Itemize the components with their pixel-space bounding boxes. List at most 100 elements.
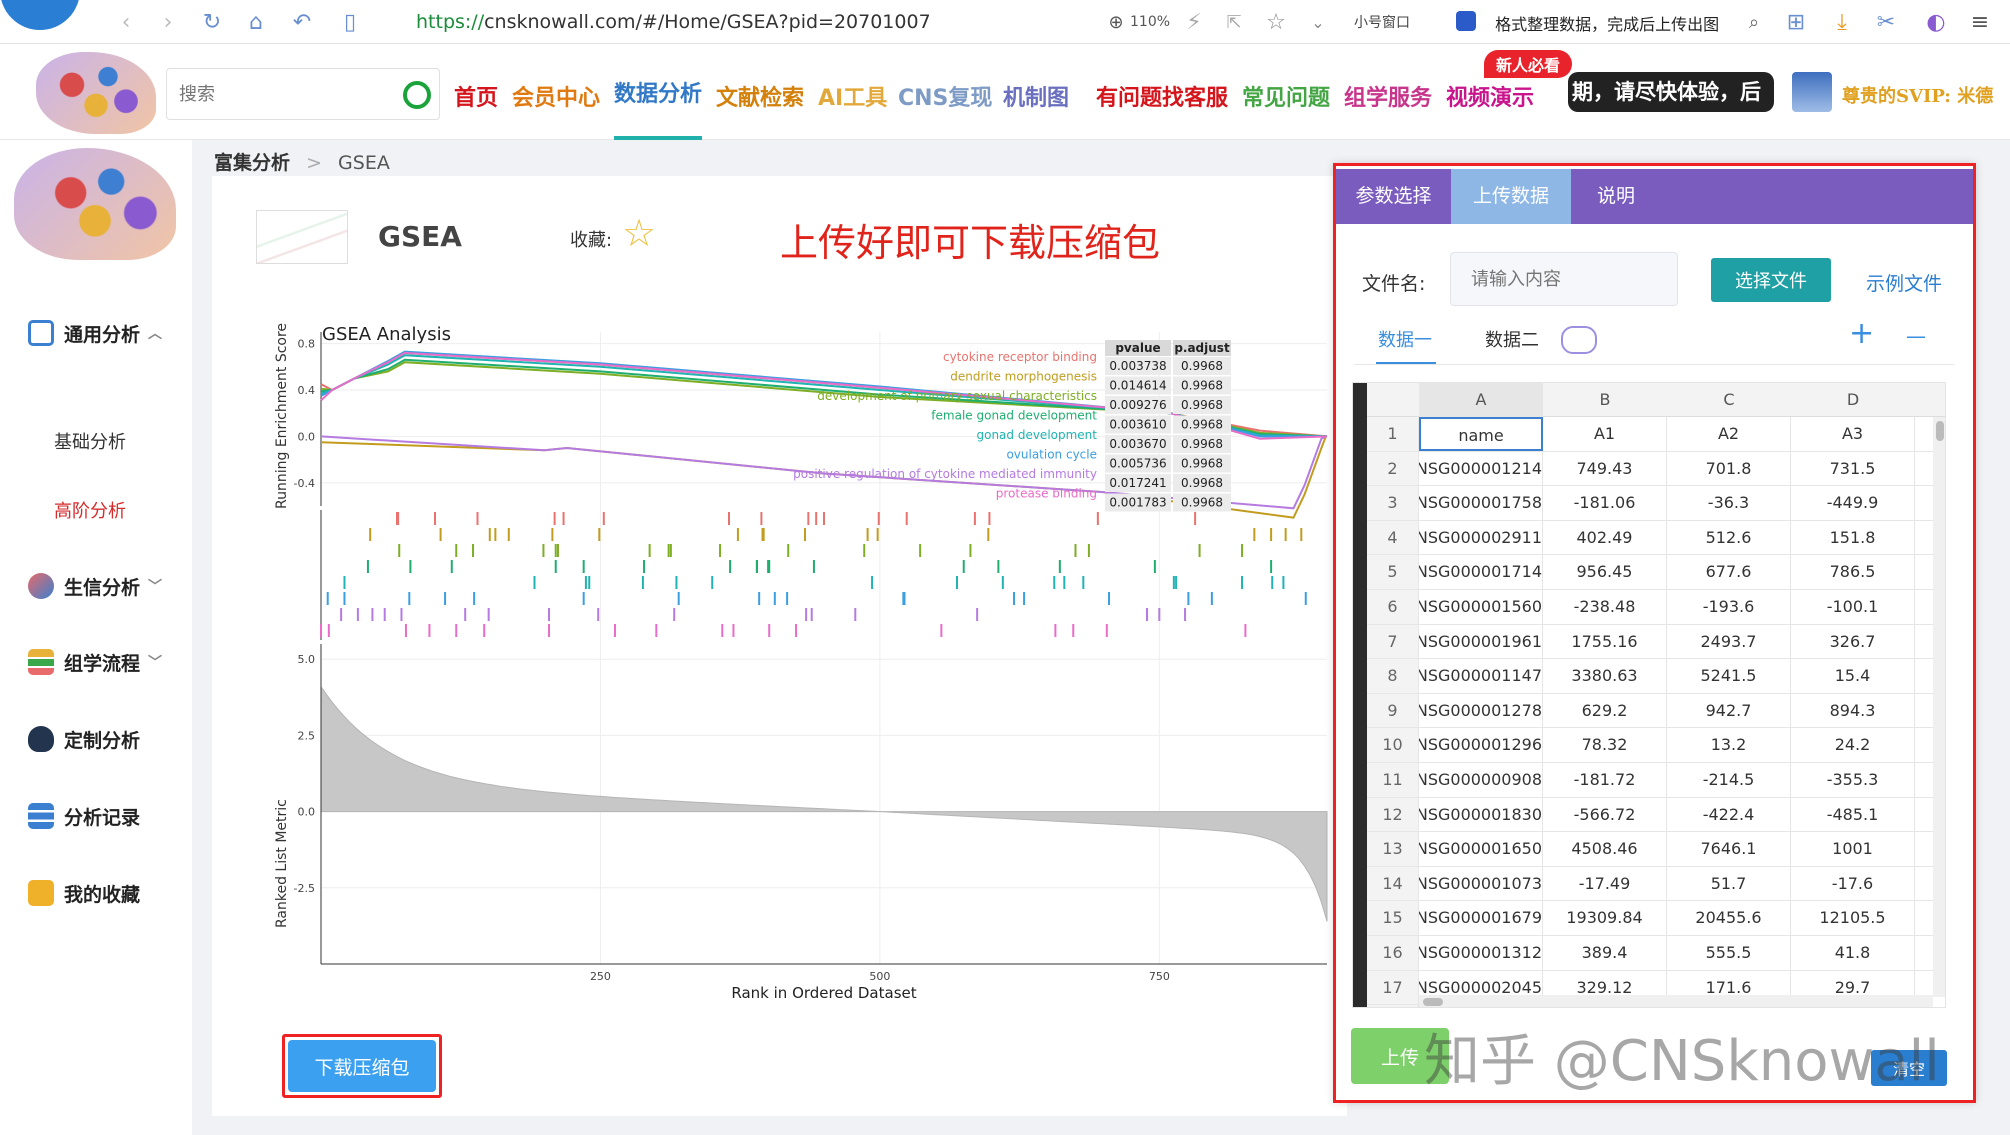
sidebar-item-favorites[interactable]: 我的收藏 (0, 873, 192, 913)
avatar[interactable] (1792, 72, 1832, 112)
breadcrumb-parent[interactable]: 富集分析 (214, 152, 290, 174)
cell-a2[interactable]: A2 (1667, 417, 1791, 451)
cell-a3[interactable]: -17.6 (1791, 866, 1915, 901)
cell-a3[interactable]: 15.4 (1791, 659, 1915, 694)
refresh-icon[interactable]: ↻ (198, 8, 226, 36)
video-icon[interactable] (1561, 326, 1597, 354)
row-number[interactable]: 5 (1367, 555, 1419, 590)
cell-name[interactable]: NSG000001679 (1419, 901, 1543, 936)
row-number[interactable]: 8 (1367, 659, 1419, 694)
cell-a3[interactable]: -449.9 (1791, 486, 1915, 521)
site-logo[interactable] (36, 52, 156, 134)
cell-a1[interactable]: -238.48 (1543, 590, 1667, 624)
chevron-down-icon[interactable]: ⌄ (1304, 8, 1332, 36)
menu-icon[interactable]: ≡ (1966, 8, 1994, 36)
cell-a1[interactable]: 629.2 (1543, 693, 1667, 728)
cell-a3[interactable]: 12105.5 (1791, 901, 1915, 936)
theme-icon[interactable]: ◐ (1922, 8, 1950, 36)
cell-a3[interactable]: 151.8 (1791, 520, 1915, 555)
cell-a2[interactable]: 13.2 (1667, 728, 1791, 763)
cell-a2[interactable]: 942.7 (1667, 693, 1791, 728)
nav-mechanism[interactable]: 机制图 (1003, 80, 1069, 112)
tab-parameters[interactable]: 参数选择 (1336, 169, 1451, 224)
cell-name[interactable]: NSG000001147 (1419, 659, 1543, 694)
translate-icon[interactable]: ⊞ (1782, 8, 1810, 36)
column-header-a[interactable]: A (1419, 383, 1543, 417)
data-tab-1[interactable]: 数据一 (1378, 326, 1432, 352)
cell-a3[interactable]: -485.1 (1791, 797, 1915, 832)
cell-a2[interactable]: 7646.1 (1667, 832, 1791, 867)
cell-a1[interactable]: -181.72 (1543, 763, 1667, 797)
nav-data-analysis[interactable]: 数据分析 (614, 76, 702, 108)
cell-name[interactable]: NSG000002911 (1419, 520, 1543, 555)
cell-a2[interactable]: 555.5 (1667, 936, 1791, 970)
nav-omics[interactable]: 组学服务 (1344, 80, 1432, 112)
cell-a2[interactable]: -214.5 (1667, 763, 1791, 797)
nav-cns-reproduce[interactable]: CNS复现 (898, 80, 992, 112)
share-icon[interactable]: ⇱ (1220, 8, 1248, 36)
choose-file-button[interactable]: 选择文件 (1711, 258, 1831, 302)
cell-a1[interactable]: 1755.16 (1543, 624, 1667, 659)
search-box[interactable] (166, 68, 440, 120)
row-number[interactable]: 15 (1367, 901, 1419, 936)
cell-name[interactable]: NSG000001278 (1419, 693, 1543, 728)
file-name-input[interactable] (1450, 252, 1678, 306)
cell-name[interactable]: NSG000001073 (1419, 866, 1543, 901)
nav-literature[interactable]: 文献检索 (716, 80, 804, 112)
nav-video[interactable]: 视频演示 (1446, 80, 1534, 112)
cell-name[interactable]: NSG000001214 (1419, 451, 1543, 486)
search-icon[interactable]: ⌕ (1740, 8, 1768, 36)
add-sheet-button[interactable]: + (1849, 316, 1874, 351)
cell-name[interactable]: NSG000001312 (1419, 936, 1543, 970)
cell-name[interactable]: NSG000001560 (1419, 590, 1543, 624)
cell-a2[interactable]: -422.4 (1667, 797, 1791, 832)
cell-a1[interactable]: 402.49 (1543, 520, 1667, 555)
row-number[interactable]: 13 (1367, 832, 1419, 867)
cell-a1[interactable]: 78.32 (1543, 728, 1667, 763)
cell-a2[interactable]: 51.7 (1667, 866, 1791, 901)
small-window-button[interactable]: 小号窗口 (1354, 12, 1410, 32)
cell-name[interactable]: name (1419, 417, 1543, 451)
cell-a3[interactable]: 786.5 (1791, 555, 1915, 590)
example-file-link[interactable]: 示例文件 (1866, 269, 1942, 296)
download-button[interactable]: 下载压缩包 (288, 1040, 436, 1092)
star-icon[interactable]: ☆ (622, 214, 656, 252)
nav-faq[interactable]: 常见问题 (1242, 80, 1330, 112)
extension-text[interactable]: 格式整理数据，完成后上传出图 (1490, 11, 1719, 35)
cell-a3[interactable]: 731.5 (1791, 451, 1915, 486)
cell-a1[interactable]: -181.06 (1543, 486, 1667, 521)
scissors-icon[interactable]: ✂ (1872, 8, 1900, 36)
cell-a3[interactable]: -100.1 (1791, 590, 1915, 624)
row-number[interactable]: 16 (1367, 936, 1419, 970)
cell-name[interactable]: NSG000001650 (1419, 832, 1543, 867)
cell-name[interactable]: NSG000001714 (1419, 555, 1543, 590)
cell-a2[interactable]: -36.3 (1667, 486, 1791, 521)
row-number[interactable]: 12 (1367, 797, 1419, 832)
cell-a2[interactable]: 701.8 (1667, 451, 1791, 486)
row-number[interactable]: 7 (1367, 624, 1419, 659)
row-number[interactable]: 4 (1367, 520, 1419, 555)
clear-button[interactable]: 清空 (1871, 1050, 1947, 1086)
svip-label[interactable]: 尊贵的SVIP: 米德 (1842, 82, 2010, 108)
cell-a1[interactable]: 956.45 (1543, 555, 1667, 590)
cell-name[interactable]: NSG000001296 (1419, 728, 1543, 763)
nav-member-center[interactable]: 会员中心 (512, 80, 600, 112)
cell-a3[interactable]: 326.7 (1791, 624, 1915, 659)
undo-icon[interactable]: ↶ (288, 8, 316, 36)
cell-a1[interactable]: 19309.84 (1543, 901, 1667, 936)
spreadsheet[interactable]: A B C D 1 name A1 A2 A3 2 NSG000001214 749.43 70… (1352, 382, 1946, 1008)
cell-name[interactable]: NSG000000908 (1419, 763, 1543, 797)
cell-a2[interactable]: -193.6 (1667, 590, 1791, 624)
cell-a3[interactable]: 894.3 (1791, 693, 1915, 728)
tab-instructions[interactable]: 说明 (1571, 169, 1661, 224)
row-number[interactable]: 14 (1367, 866, 1419, 901)
star-icon[interactable]: ☆ (1262, 8, 1290, 36)
cell-a3[interactable]: 24.2 (1791, 728, 1915, 763)
cell-name[interactable]: NSG000001961 (1419, 624, 1543, 659)
row-number[interactable]: 11 (1367, 763, 1419, 797)
paw-icon[interactable] (1456, 11, 1476, 31)
download-icon[interactable]: ⤓ (1828, 8, 1856, 36)
data-tab-2[interactable]: 数据二 (1485, 326, 1539, 352)
home-icon[interactable]: ⌂ (242, 8, 270, 36)
column-header-d[interactable]: D (1791, 383, 1915, 417)
